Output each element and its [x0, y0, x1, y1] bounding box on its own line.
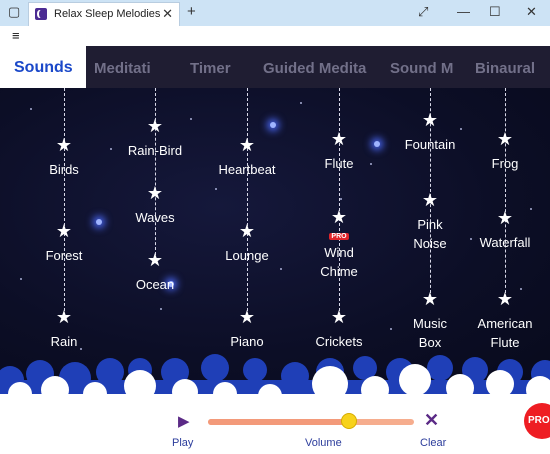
close-tab-icon[interactable]: ✕ — [162, 6, 173, 22]
star-icon: ★ — [146, 183, 164, 203]
star-icon: ★ — [330, 129, 348, 149]
star-icon: ★ — [330, 307, 348, 327]
star-icon: ★ — [238, 221, 256, 241]
sound-american-flute[interactable]: ★ American Flute — [460, 290, 550, 352]
close-window-icon[interactable]: ✕ — [526, 4, 537, 20]
volume-thumb[interactable] — [341, 413, 358, 429]
star-icon: ★ — [146, 250, 164, 270]
sound-lounge[interactable]: ★ Lounge — [202, 222, 292, 265]
minimize-icon[interactable]: — — [457, 4, 470, 19]
sound-waves[interactable]: ★ Waves — [110, 184, 200, 227]
hamburger-menu-icon[interactable]: ≡ — [12, 28, 20, 43]
star-icon: ★ — [55, 135, 73, 155]
clear-icon[interactable]: ✕ — [424, 410, 439, 431]
fullscreen-icon[interactable]: ⤢ — [418, 4, 428, 20]
star-icon: ★ — [238, 135, 256, 155]
tab-sound-mixer[interactable]: Sound M — [390, 60, 460, 77]
window-titlebar: ▢ Relax Sleep Melodies ✕ + ⤢ — ☐ ✕ — [0, 0, 550, 26]
browser-tab[interactable]: Relax Sleep Melodies ✕ — [28, 2, 180, 26]
tab-actions-icon[interactable]: ▢ — [8, 4, 20, 20]
tab-sounds[interactable]: Sounds — [0, 46, 86, 88]
menu-bar: ≡ — [0, 26, 550, 46]
star-icon: ★ — [496, 289, 514, 309]
tab-guided-meditation[interactable]: Guided Medita — [263, 60, 375, 77]
sound-frog[interactable]: ★ Frog — [460, 130, 550, 173]
sound-ocean[interactable]: ★ Ocean — [110, 251, 200, 294]
clear-label: Clear — [420, 437, 447, 449]
sounds-panel: ★ Birds ★ Forest ★ Rain ★ Rain-Bird ★ Waves ★… — [0, 88, 550, 384]
tab-binaural[interactable]: Binaural — [475, 60, 535, 77]
maximize-icon[interactable]: ☐ — [489, 4, 501, 20]
sound-forest[interactable]: ★ Forest — [19, 222, 109, 265]
volume-label: Volume — [305, 437, 342, 449]
sound-wind-chime[interactable]: ★ PRO Wind Chime — [294, 208, 384, 281]
star-icon: ★ — [55, 307, 73, 327]
play-icon[interactable]: ▶ — [178, 412, 190, 430]
category-tabs: Sounds Meditati Timer Guided Medita Soun… — [0, 46, 550, 88]
star-icon: ★ — [146, 116, 164, 136]
tab-meditation[interactable]: Meditati — [94, 60, 162, 77]
star-icon: ★ — [238, 307, 256, 327]
star-icon: ★ — [55, 221, 73, 241]
sound-heartbeat[interactable]: ★ Heartbeat — [202, 136, 292, 179]
sound-rain[interactable]: ★ Rain — [19, 308, 109, 351]
new-tab-button[interactable]: + — [187, 3, 196, 20]
sound-birds[interactable]: ★ Birds — [19, 136, 109, 179]
star-icon: ★ — [330, 207, 348, 227]
star-icon: ★ — [421, 190, 439, 210]
sound-rain-bird[interactable]: ★ Rain-Bird — [110, 117, 200, 160]
player-bar — [0, 400, 550, 454]
play-label: Play — [172, 437, 194, 449]
tab-title: Relax Sleep Melodies — [54, 8, 161, 20]
volume-fill — [208, 419, 349, 425]
sound-flute[interactable]: ★ Flute — [294, 130, 384, 173]
tab-timer[interactable]: Timer — [190, 60, 231, 77]
star-icon: ★ — [496, 129, 514, 149]
app-moon-icon — [35, 8, 47, 20]
sound-waterfall[interactable]: ★ Waterfall — [460, 209, 550, 252]
star-icon: ★ — [496, 208, 514, 228]
clouds-decoration — [0, 354, 550, 400]
pro-badge: PRO — [329, 233, 349, 241]
sound-piano[interactable]: ★ Piano — [202, 308, 292, 351]
sound-crickets[interactable]: ★ Crickets — [294, 308, 384, 351]
star-icon: ★ — [421, 110, 439, 130]
